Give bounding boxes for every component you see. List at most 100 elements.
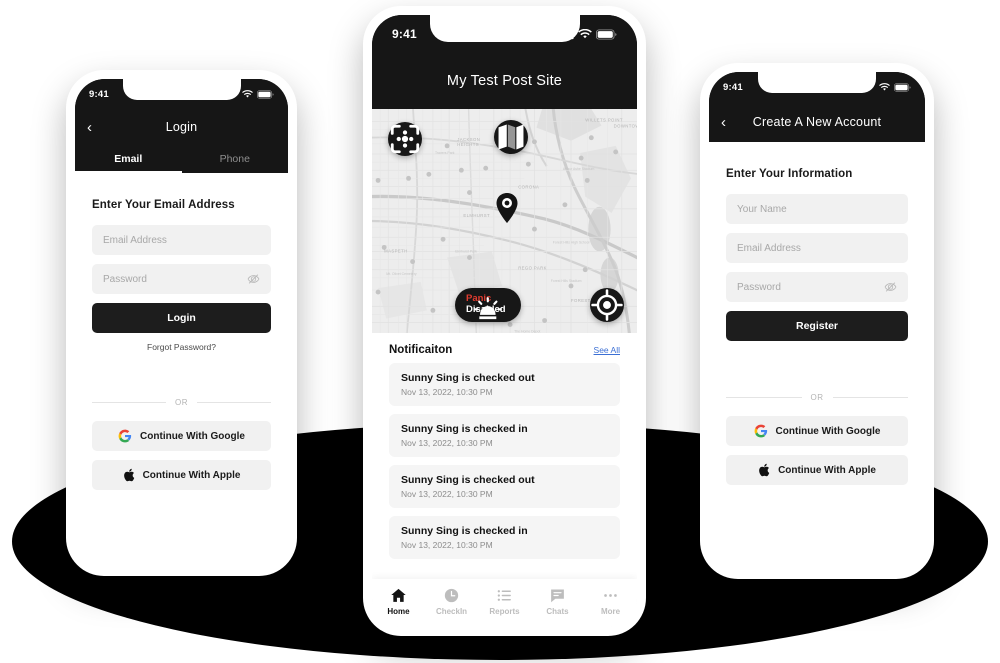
apple-button-label: Continue With Apple xyxy=(778,464,876,476)
notification-time: Nov 13, 2022, 10:30 PM xyxy=(401,438,493,448)
svg-text:Forest Hills Stadium: Forest Hills Stadium xyxy=(551,279,582,283)
divider-line-left xyxy=(92,402,166,403)
tab-chats-label: Chats xyxy=(546,606,569,616)
email-field[interactable]: Email Address xyxy=(92,225,271,255)
password-placeholder: Password xyxy=(737,281,781,293)
svg-text:MASPETH: MASPETH xyxy=(384,248,407,253)
notifications-list: Sunny Sing is checked out Nov 13, 2022, … xyxy=(372,363,637,559)
register-header: 9:41 ‹ Create A New Account xyxy=(709,72,925,142)
continue-with-google-button[interactable]: Continue With Google xyxy=(92,421,271,451)
page-title: My Test Post Site xyxy=(446,73,563,89)
apple-button-label: Continue With Apple xyxy=(142,469,241,481)
continue-with-google-button[interactable]: Continue With Google xyxy=(726,416,908,446)
svg-text:The Home Depot: The Home Depot xyxy=(514,330,540,333)
svg-text:ELMHURST: ELMHURST xyxy=(463,213,490,218)
name-placeholder: Your Name xyxy=(737,203,787,215)
tab-phone[interactable]: Phone xyxy=(182,145,289,173)
notch xyxy=(122,79,241,100)
tab-email-label: Email xyxy=(114,153,143,165)
or-divider: OR xyxy=(92,398,271,407)
mockup-stage: 9:41 ‹ Login Email Phone Enter Your Emai… xyxy=(0,0,1000,663)
phone-login: 9:41 ‹ Login Email Phone Enter Your Emai… xyxy=(66,70,297,576)
status-icons xyxy=(879,82,911,92)
login-title-row: ‹ Login xyxy=(75,109,288,145)
name-field[interactable]: Your Name xyxy=(726,194,908,224)
notification-time: Nov 13, 2022, 10:30 PM xyxy=(401,540,493,550)
svg-text:DOWNTOWN: DOWNTOWN xyxy=(614,124,637,129)
svg-text:Arthur Ashe Stadium: Arthur Ashe Stadium xyxy=(563,167,595,171)
notifications-header: Notificaiton See All xyxy=(372,333,637,363)
locate-button[interactable] xyxy=(590,288,624,322)
notifications-title: Notificaiton xyxy=(389,344,453,356)
password-field[interactable]: Password xyxy=(92,264,271,294)
bottom-tab-bar: Home CheckIn Reports Chats More xyxy=(372,579,637,627)
status-icons xyxy=(242,89,274,99)
battery-icon xyxy=(894,82,911,92)
or-divider: OR xyxy=(726,393,908,402)
map-pin-icon[interactable] xyxy=(496,193,518,223)
svg-text:WILLETS POINT: WILLETS POINT xyxy=(585,117,623,122)
password-field[interactable]: Password xyxy=(726,272,908,302)
email-field[interactable]: Email Address xyxy=(726,233,908,263)
email-placeholder: Email Address xyxy=(737,242,801,254)
divider-line-left xyxy=(726,397,802,398)
tab-chats[interactable]: Chats xyxy=(531,587,584,616)
tab-reports[interactable]: Reports xyxy=(478,587,531,616)
svg-text:Mt. Olivet Cemetery: Mt. Olivet Cemetery xyxy=(386,272,417,276)
panic-button[interactable]: Panic Disabled xyxy=(455,288,521,322)
notification-item[interactable]: Sunny Sing is checked in Nov 13, 2022, 1… xyxy=(389,414,620,457)
notification-text: Sunny Sing is checked out xyxy=(401,474,535,486)
login-method-tabs: Email Phone xyxy=(75,145,288,173)
locate-icon xyxy=(591,289,623,321)
notification-text: Sunny Sing is checked in xyxy=(401,423,528,435)
divider-line-right xyxy=(832,397,908,398)
status-time: 9:41 xyxy=(723,81,743,93)
notification-item[interactable]: Sunny Sing is checked out Nov 13, 2022, … xyxy=(389,363,620,406)
login-body: Enter Your Email Address Email Address P… xyxy=(75,199,288,490)
register-body: Enter Your Information Your Name Email A… xyxy=(709,168,925,485)
apple-icon xyxy=(759,463,770,477)
map-layers-button[interactable] xyxy=(494,120,528,154)
home-icon xyxy=(391,588,406,602)
tab-phone-label: Phone xyxy=(219,153,250,165)
forgot-password-link[interactable]: Forgot Password? xyxy=(92,342,271,352)
tab-checkin[interactable]: CheckIn xyxy=(425,587,478,616)
notification-item[interactable]: Sunny Sing is checked in Nov 13, 2022, 1… xyxy=(389,516,620,559)
login-button[interactable]: Login xyxy=(92,303,271,333)
google-icon xyxy=(118,429,132,443)
tab-home[interactable]: Home xyxy=(372,587,425,616)
svg-text:Travers Park: Travers Park xyxy=(435,151,455,155)
notification-text: Sunny Sing is checked out xyxy=(401,372,535,384)
map-view[interactable]: JACKSON HEIGHTS CORONA ELMHURST MASPETH R… xyxy=(372,109,637,333)
eye-slash-icon[interactable] xyxy=(884,281,897,294)
eye-slash-icon[interactable] xyxy=(247,273,260,286)
password-placeholder: Password xyxy=(103,273,147,285)
notification-item[interactable]: Sunny Sing is checked out Nov 13, 2022, … xyxy=(389,465,620,508)
back-icon[interactable]: ‹ xyxy=(87,120,103,135)
continue-with-apple-button[interactable]: Continue With Apple xyxy=(726,455,908,485)
wifi-icon xyxy=(879,82,890,90)
tab-reports-label: Reports xyxy=(489,606,520,616)
wifi-icon xyxy=(242,89,253,97)
status-time: 9:41 xyxy=(392,27,417,41)
register-button-label: Register xyxy=(795,320,838,332)
scan-button[interactable] xyxy=(388,122,422,156)
email-placeholder: Email Address xyxy=(103,234,167,246)
svg-text:CORONA: CORONA xyxy=(518,185,539,190)
phone-register: 9:41 ‹ Create A New Account Enter Your I… xyxy=(700,63,934,579)
login-button-label: Login xyxy=(167,312,196,324)
notification-time: Nov 13, 2022, 10:30 PM xyxy=(401,489,493,499)
back-icon[interactable]: ‹ xyxy=(721,115,737,130)
register-screen: 9:41 ‹ Create A New Account Enter Your I… xyxy=(709,72,925,570)
tab-email[interactable]: Email xyxy=(75,145,182,173)
forgot-password-label: Forgot Password? xyxy=(147,342,216,352)
chat-icon xyxy=(551,588,564,602)
tab-more[interactable]: More xyxy=(584,587,637,616)
login-header: 9:41 ‹ Login Email Phone xyxy=(75,79,288,173)
tab-home-label: Home xyxy=(387,606,410,616)
register-button[interactable]: Register xyxy=(726,311,908,341)
continue-with-apple-button[interactable]: Continue With Apple xyxy=(92,460,271,490)
svg-text:HEIGHTS: HEIGHTS xyxy=(457,142,479,147)
login-screen: 9:41 ‹ Login Email Phone Enter Your Emai… xyxy=(75,79,288,567)
see-all-link[interactable]: See All xyxy=(594,345,620,355)
